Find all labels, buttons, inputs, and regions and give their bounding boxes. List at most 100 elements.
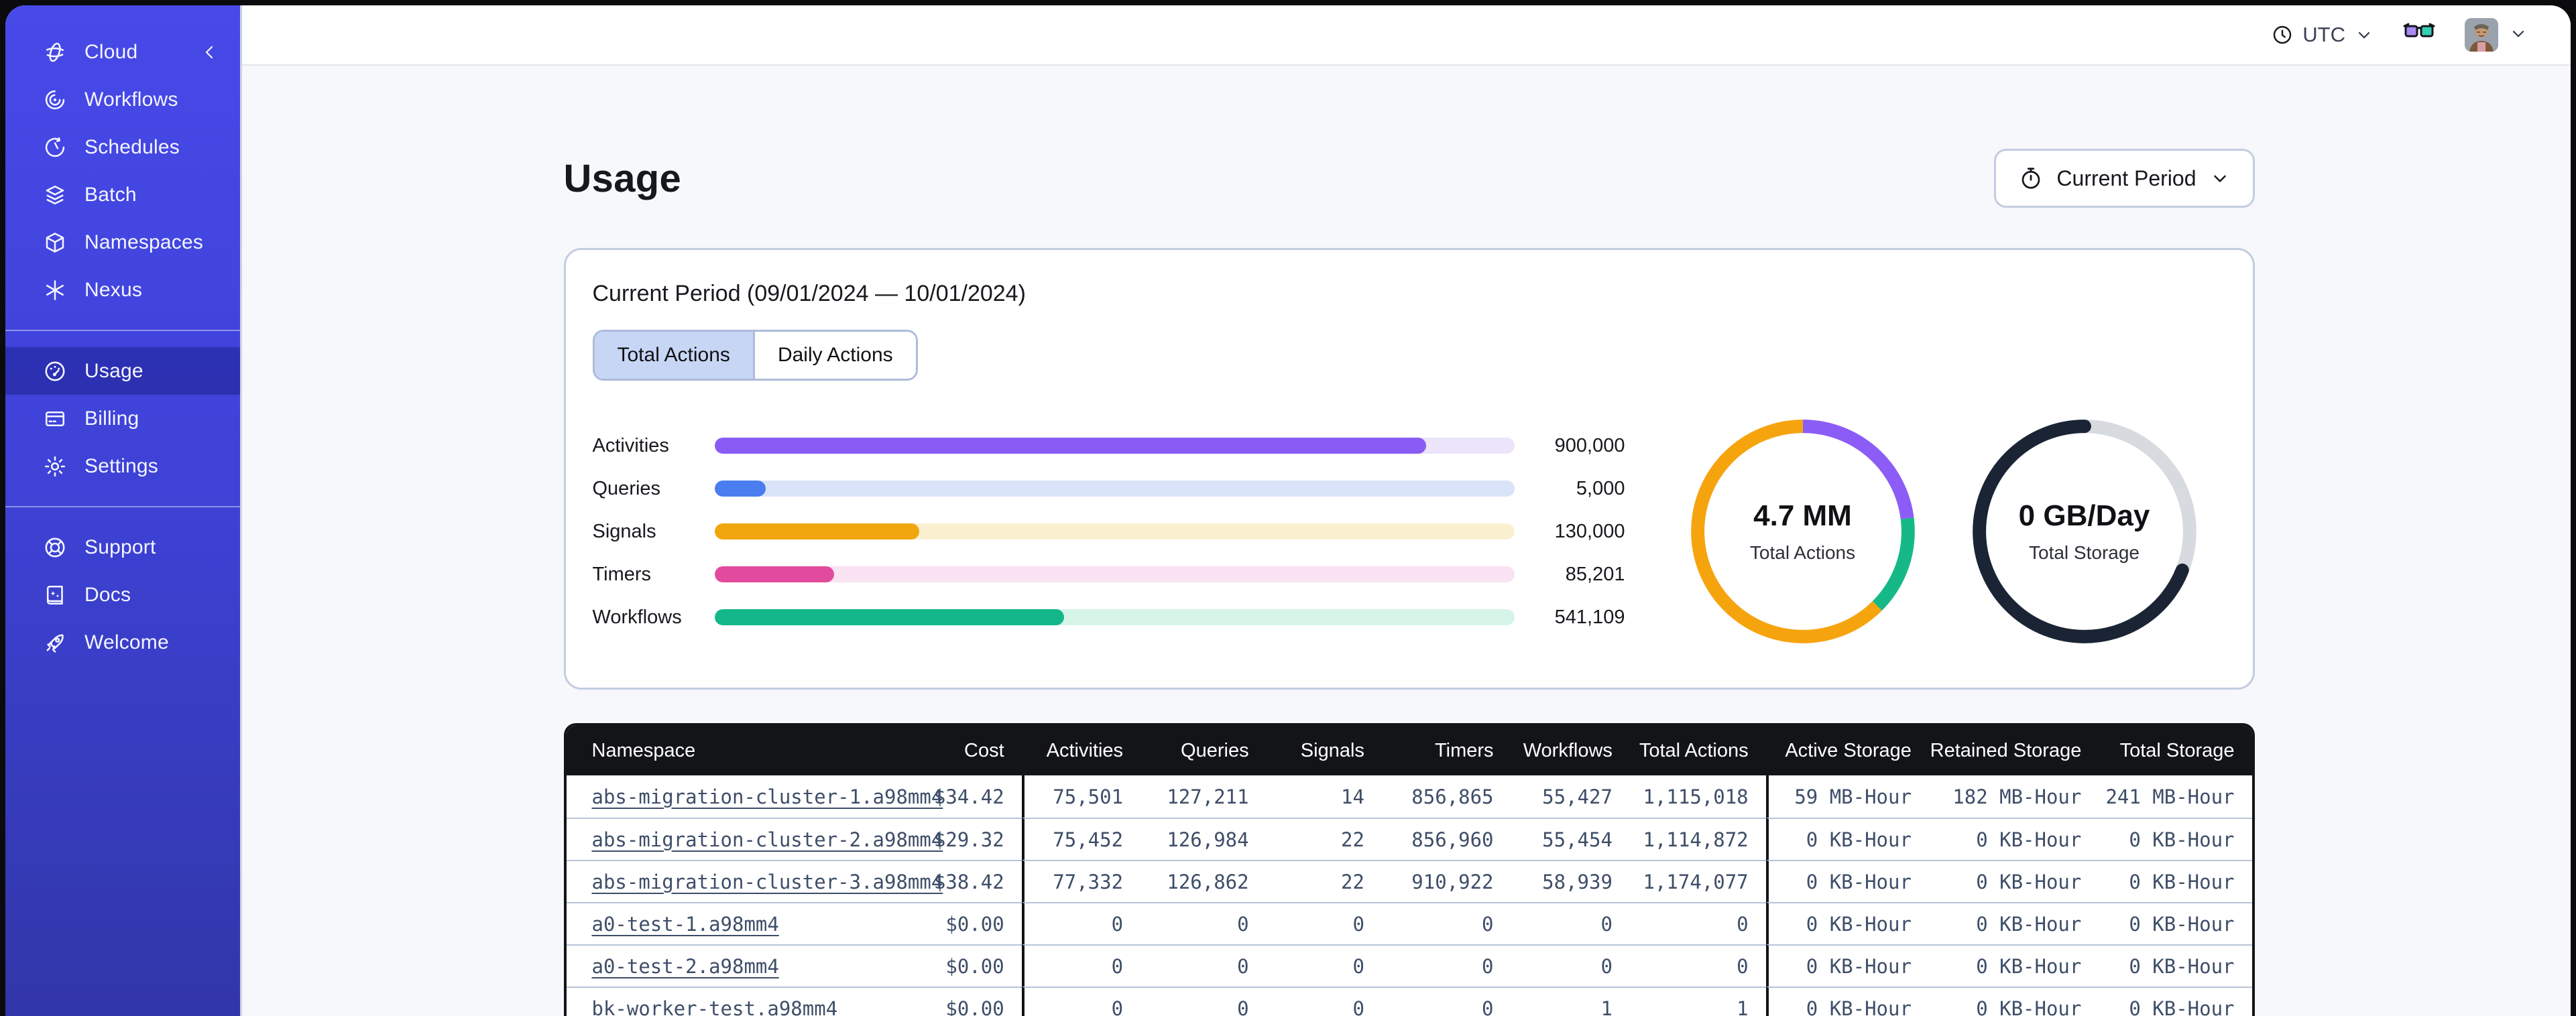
cell-retained_storage: 0 KB-Hour xyxy=(1928,987,2099,1016)
cell-activities: 77,332 xyxy=(1021,860,1141,902)
namespaces-icon xyxy=(43,231,67,255)
sidebar-item-docs[interactable]: Docs xyxy=(5,571,240,619)
cell-total_actions: 1,174,077 xyxy=(1629,860,1766,902)
page-title: Usage xyxy=(563,156,682,200)
chevron-down-icon xyxy=(2355,25,2374,44)
avatar xyxy=(2465,18,2498,52)
nexus-icon xyxy=(43,278,67,302)
table-row: bk-worker-test.a98mm4 $0.00 0 0 0 0 1 1 0 KB-Hou… xyxy=(566,987,2252,1016)
cell-activities: 75,501 xyxy=(1021,775,1141,818)
usage-bar-chart: Activities 900,000 Queries 5,000 Signals 130,… xyxy=(593,424,1625,639)
account-menu[interactable] xyxy=(2465,18,2528,52)
cell-activities: 0 xyxy=(1021,902,1141,944)
sidebar-item-label: Support xyxy=(84,535,156,558)
cell-queries: 0 xyxy=(1140,944,1267,987)
usage-charts: Activities 900,000 Queries 5,000 Signals 130,… xyxy=(593,410,2226,653)
cell-queries: 0 xyxy=(1140,902,1267,944)
cell-retained_storage: 0 KB-Hour xyxy=(1928,902,2099,944)
cell-activities: 0 xyxy=(1021,944,1141,987)
timezone-label: UTC xyxy=(2302,23,2345,46)
sidebar-item-label: Billing xyxy=(84,407,139,430)
cell-timers: 910,922 xyxy=(1381,860,1511,902)
namespace-link[interactable]: abs-migration-cluster-2.a98mm4 xyxy=(592,828,943,851)
namespace-link[interactable]: abs-migration-cluster-3.a98mm4 xyxy=(592,871,943,893)
billing-icon xyxy=(43,407,67,431)
sidebar-item-workflows[interactable]: Workflows xyxy=(5,76,240,123)
sidebar-divider xyxy=(5,330,240,331)
cell-total_actions: 1,115,018 xyxy=(1629,775,1766,818)
cell-total_storage: 0 KB-Hour xyxy=(2099,818,2252,860)
bar-label: Queries xyxy=(592,477,661,499)
sidebar-item-support[interactable]: Support xyxy=(5,523,240,571)
cell-activities: 0 xyxy=(1021,987,1141,1016)
namespace-link[interactable]: a0-test-2.a98mm4 xyxy=(592,955,779,978)
namespace-link[interactable]: bk-worker-test.a98mm4 xyxy=(592,997,838,1016)
sidebar-item-settings[interactable]: Settings xyxy=(5,442,240,490)
cell-cost: $38.42 xyxy=(919,860,1022,902)
bar-value: 900,000 xyxy=(1554,434,1625,456)
sidebar-item-label: Nexus xyxy=(84,278,143,301)
column-header-namespace: Namespace xyxy=(566,726,920,775)
cell-cost: $0.00 xyxy=(919,902,1022,944)
sidebar-item-usage[interactable]: Usage xyxy=(5,347,240,395)
bar-label: Signals xyxy=(592,520,656,542)
sidebar-item-namespaces[interactable]: Namespaces xyxy=(5,218,240,266)
welcome-icon xyxy=(43,631,67,655)
bar-fill xyxy=(714,481,766,497)
clock-icon xyxy=(2272,24,2293,46)
chevron-down-icon xyxy=(2210,168,2230,188)
cell-workflows: 0 xyxy=(1511,944,1630,987)
cell-queries: 126,984 xyxy=(1140,818,1267,860)
sidebar-item-schedules[interactable]: Schedules xyxy=(5,123,240,171)
chevron-left-icon[interactable] xyxy=(200,42,220,62)
sidebar-item-label: Usage xyxy=(84,359,143,382)
bar-label: Workflows xyxy=(592,606,682,628)
content-scroll-area[interactable]: Usage Current Period Current Period (09/… xyxy=(242,66,2571,1016)
bar-value: 85,201 xyxy=(1565,563,1625,585)
donut-label: Total Storage xyxy=(2029,542,2140,563)
sidebar-item-label: Batch xyxy=(84,183,137,206)
column-header-queries: Queries xyxy=(1140,726,1267,775)
workflows-icon xyxy=(43,88,67,112)
glasses-icon xyxy=(2403,22,2435,48)
sidebar-item-cloud[interactable]: Cloud xyxy=(5,28,240,76)
cell-cost: $29.32 xyxy=(919,818,1022,860)
cell-queries: 0 xyxy=(1140,987,1267,1016)
cell-queries: 126,862 xyxy=(1140,860,1267,902)
sidebar-item-billing[interactable]: Billing xyxy=(5,395,240,442)
sidebar-item-label: Cloud xyxy=(84,40,138,63)
cell-timers: 0 xyxy=(1381,987,1511,1016)
chevron-down-icon xyxy=(2509,24,2528,46)
namespace-link[interactable]: abs-migration-cluster-1.a98mm4 xyxy=(592,785,943,808)
labs-glasses-toggle[interactable] xyxy=(2403,22,2435,48)
bar-label: Timers xyxy=(592,563,652,585)
main-area: UTC Usage Current Period Current Period … xyxy=(242,5,2571,1016)
cell-activities: 75,452 xyxy=(1021,818,1141,860)
card-title: Current Period (09/01/2024 — 10/01/2024) xyxy=(592,281,1026,306)
cell-total_storage: 0 KB-Hour xyxy=(2099,944,2252,987)
column-header-cost: Cost xyxy=(919,726,1022,775)
timezone-selector[interactable]: UTC xyxy=(2272,23,2374,47)
cell-signals: 0 xyxy=(1266,944,1382,987)
bar-value: 541,109 xyxy=(1554,606,1625,628)
sidebar-item-welcome[interactable]: Welcome xyxy=(5,619,240,666)
tab-total-actions[interactable]: Total Actions xyxy=(594,332,753,379)
usage-donut-charts: 4.7 MM Total Actions 0 GB/Day Total Storage xyxy=(1682,410,2206,653)
cell-active_storage: 0 KB-Hour xyxy=(1765,944,1929,987)
tab-daily-actions[interactable]: Daily Actions xyxy=(752,332,916,379)
sidebar-item-label: Namespaces xyxy=(84,231,204,253)
sidebar-item-batch[interactable]: Batch xyxy=(5,171,240,218)
sidebar-item-nexus[interactable]: Nexus xyxy=(5,266,240,314)
donut-label: Total Actions xyxy=(1749,542,1856,563)
period-selector-button[interactable]: Current Period xyxy=(1994,149,2255,208)
app-window: Cloud Workflows Schedules Batch Namespaces Ne… xyxy=(5,5,2571,1016)
cell-queries: 127,211 xyxy=(1140,775,1267,818)
cell-cost: $0.00 xyxy=(919,987,1022,1016)
sidebar-item-label: Welcome xyxy=(84,631,169,653)
column-header-active_storage: Active Storage xyxy=(1765,726,1929,775)
column-header-timers: Timers xyxy=(1381,726,1511,775)
namespace-link[interactable]: a0-test-1.a98mm4 xyxy=(592,913,779,936)
cell-retained_storage: 0 KB-Hour xyxy=(1928,860,2099,902)
table-row: abs-migration-cluster-1.a98mm4 $34.42 75,5… xyxy=(566,775,2252,818)
column-header-total_actions: Total Actions xyxy=(1629,726,1766,775)
